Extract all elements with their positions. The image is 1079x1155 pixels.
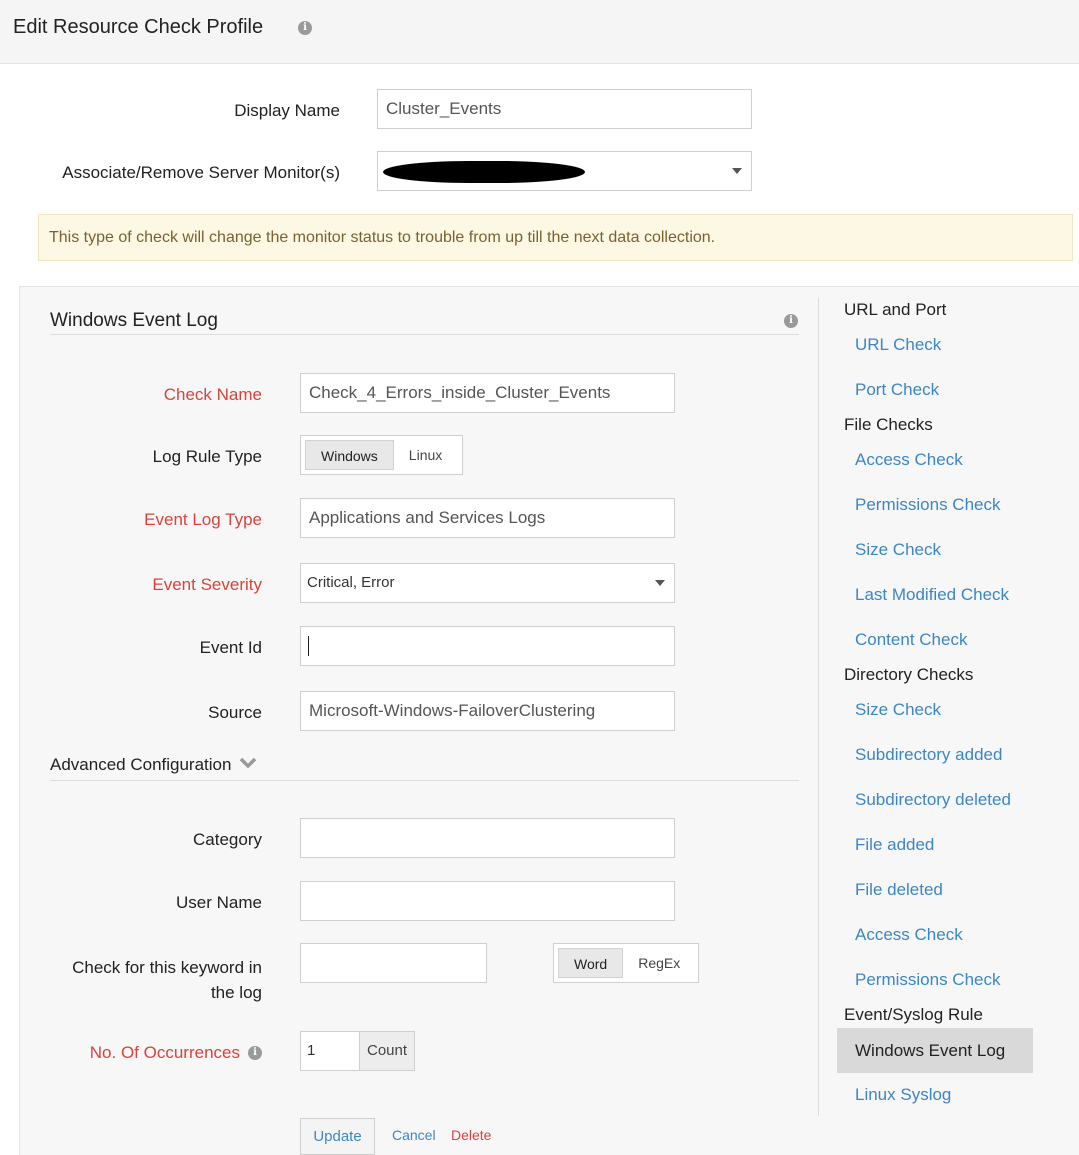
chevron-down-icon[interactable]: [732, 168, 742, 174]
sidenav-divider: [818, 298, 819, 1116]
advanced-config-toggle[interactable]: Advanced Configuration: [50, 755, 257, 775]
sidenav-heading-url-port: URL and Port: [844, 300, 947, 319]
section-title: Windows Event Log: [50, 310, 218, 331]
sidenav-item-dir-permissions-check[interactable]: Permissions Check: [855, 970, 1001, 990]
cancel-link[interactable]: Cancel: [392, 1127, 436, 1143]
sidenav-item-file-size-check[interactable]: Size Check: [855, 540, 941, 560]
sidenav-item-port-check[interactable]: Port Check: [855, 380, 939, 400]
page-header: Edit Resource Check Profile i: [0, 0, 1079, 64]
keyword-input[interactable]: [300, 943, 487, 983]
event-severity-select[interactable]: Critical, Error: [300, 563, 675, 603]
warning-banner: This type of check will change the monit…: [38, 214, 1073, 261]
info-icon[interactable]: i: [784, 314, 798, 328]
check-name-label: Check Name: [163, 385, 262, 404]
divider: [50, 780, 799, 781]
sidenav-heading-directory-checks: Directory Checks: [844, 665, 974, 684]
sidenav-heading-event-syslog: Event/Syslog Rule: [844, 1005, 983, 1024]
event-log-type-label: Event Log Type: [144, 510, 262, 529]
log-rule-windows-option[interactable]: Windows: [305, 440, 394, 470]
keyword-mode-toggle: Word RegEx: [553, 943, 699, 983]
occurrences-label: No. Of Occurrences: [89, 1043, 240, 1062]
sidenav-heading-file-checks: File Checks: [844, 415, 933, 434]
log-rule-linux-option[interactable]: Linux: [394, 440, 457, 470]
user-name-label: User Name: [176, 893, 262, 912]
chevron-down-icon: [239, 757, 257, 769]
user-name-input[interactable]: [300, 881, 675, 921]
sidenav-item-content-check[interactable]: Content Check: [855, 630, 967, 650]
sidenav-item-linux-syslog[interactable]: Linux Syslog: [855, 1085, 951, 1105]
chevron-down-icon[interactable]: [655, 580, 665, 586]
sidenav-item-last-modified-check[interactable]: Last Modified Check: [855, 585, 1009, 605]
info-icon[interactable]: i: [298, 21, 312, 35]
sidenav-item-subdirectory-added[interactable]: Subdirectory added: [855, 745, 1002, 765]
associate-monitors-label: Associate/Remove Server Monitor(s): [62, 163, 340, 182]
keyword-label-line1: Check for this keyword in: [72, 958, 262, 977]
sidenav-item-file-deleted[interactable]: File deleted: [855, 880, 943, 900]
check-name-input[interactable]: Check_4_Errors_inside_Cluster_Events: [300, 373, 675, 413]
sidenav-item-subdirectory-deleted[interactable]: Subdirectory deleted: [855, 790, 1011, 810]
event-id-label: Event Id: [199, 638, 262, 657]
keyword-word-option[interactable]: Word: [558, 948, 624, 978]
event-id-input[interactable]: [300, 626, 675, 666]
source-label: Source: [208, 703, 262, 722]
info-icon[interactable]: i: [248, 1046, 262, 1060]
redacted-value: [383, 161, 585, 183]
divider: [50, 334, 799, 335]
keyword-label: Check for this keyword in the log: [40, 955, 262, 1005]
category-label: Category: [193, 830, 262, 849]
text-cursor: [308, 636, 309, 656]
sidenav-item-dir-size-check[interactable]: Size Check: [855, 700, 941, 720]
sidenav-item-file-permissions-check[interactable]: Permissions Check: [855, 495, 1001, 515]
display-name-label: Display Name: [234, 101, 340, 120]
sidenav-item-url-check[interactable]: URL Check: [855, 335, 941, 355]
log-rule-type-label: Log Rule Type: [152, 447, 262, 466]
display-name-input[interactable]: Cluster_Events: [377, 89, 752, 129]
sidenav-item-windows-event-log[interactable]: Windows Event Log: [837, 1028, 1033, 1073]
log-rule-type-toggle: Windows Linux: [300, 435, 463, 475]
occurrences-input[interactable]: 1: [300, 1031, 360, 1071]
page-title: Edit Resource Check Profile: [13, 16, 264, 38]
keyword-label-line2: the log: [210, 983, 262, 1002]
sidenav-item-file-access-check[interactable]: Access Check: [855, 450, 963, 470]
occurrences-unit: Count: [359, 1031, 415, 1071]
update-button[interactable]: Update: [300, 1118, 375, 1155]
advanced-config-label: Advanced Configuration: [50, 755, 232, 774]
source-input[interactable]: Microsoft-Windows-FailoverClustering: [300, 691, 675, 731]
category-input[interactable]: [300, 818, 675, 858]
event-log-type-input[interactable]: Applications and Services Logs: [300, 498, 675, 538]
sidenav-item-file-added[interactable]: File added: [855, 835, 934, 855]
sidenav-item-dir-access-check[interactable]: Access Check: [855, 925, 963, 945]
keyword-regex-option[interactable]: RegEx: [623, 948, 695, 978]
delete-link[interactable]: Delete: [451, 1127, 491, 1143]
event-severity-label: Event Severity: [152, 575, 262, 594]
